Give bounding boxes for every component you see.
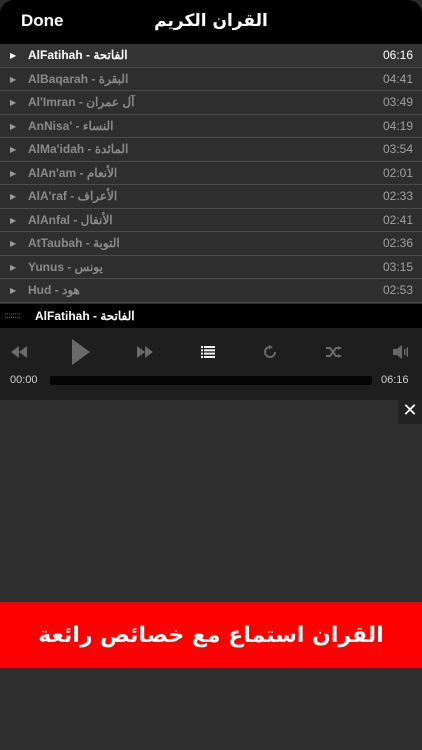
- playlist-item[interactable]: ▶ Hud - هود 02:53: [0, 279, 422, 303]
- play-indicator-icon: ▶: [10, 239, 17, 248]
- track-name: Al'Imran - آل عمران: [28, 95, 135, 109]
- play-indicator-icon: ▶: [10, 145, 17, 154]
- track-duration: 02:36: [382, 236, 413, 250]
- track-name: AtTaubah - التوبة: [28, 236, 120, 250]
- track-duration: 02:41: [382, 212, 413, 227]
- play-indicator-icon: ▶: [10, 192, 17, 201]
- playlist-item[interactable]: ▶ AlAn'am - الأنعام 02:01: [0, 161, 422, 185]
- track-duration: 02:53: [382, 283, 413, 297]
- repeat-button[interactable]: [255, 340, 285, 364]
- rewind-button[interactable]: [4, 340, 34, 364]
- playlist-item[interactable]: ▶ AnNisa' - النساء 04:19: [0, 114, 422, 138]
- volume-button[interactable]: [386, 340, 416, 364]
- track-name: AlAn'am - الأنعام: [28, 165, 118, 180]
- shuffle-icon: [326, 346, 342, 358]
- total-time: 06:16: [381, 374, 409, 386]
- playlist-item[interactable]: ▶ AtTaubah - التوبة 02:36: [0, 232, 422, 256]
- playlist-item[interactable]: ▶ AlMa'idah - المائدة 03:54: [0, 138, 422, 162]
- track-name: AlA'raf - الأعراف: [28, 189, 118, 203]
- track-duration: 04:41: [382, 71, 413, 86]
- track-duration: 02:01: [382, 165, 413, 180]
- play-indicator-icon: ▶: [10, 74, 17, 84]
- track-name: AnNisa' - النساء: [28, 118, 114, 133]
- rewind-icon: [11, 346, 27, 358]
- fast-forward-button[interactable]: [130, 340, 160, 364]
- track-duration: 03:15: [382, 259, 413, 274]
- play-icon: [72, 339, 90, 365]
- play-indicator-icon: ▶: [10, 121, 17, 131]
- repeat-icon: [264, 345, 276, 358]
- play-indicator-icon: ▶: [10, 51, 17, 60]
- playlist-item[interactable]: ▶ AlFatihah - الفاتحة 06:16: [0, 44, 422, 68]
- navigation-bar: Done القران الكريم: [0, 0, 422, 44]
- track-duration: 06:16: [382, 48, 413, 62]
- playlist-item[interactable]: ▶ AlAnfal - الأنفال 02:41: [0, 208, 422, 232]
- track-duration: 03:49: [382, 95, 413, 109]
- page-title: القران الكريم: [154, 11, 268, 31]
- now-playing-bar: :::::::: AlFatihah - الفاتحة: [0, 304, 422, 328]
- play-indicator-icon: ▶: [10, 98, 17, 107]
- now-playing-title: AlFatihah - الفاتحة: [35, 309, 135, 323]
- track-duration: 04:19: [382, 118, 413, 133]
- play-indicator-icon: ▶: [10, 168, 17, 178]
- shuffle-button[interactable]: [319, 340, 349, 364]
- track-name: AlFatihah - الفاتحة: [28, 48, 128, 62]
- play-indicator-icon: ▶: [10, 262, 17, 272]
- ad-banner-text: القران استماع مع خصائص رائعة: [38, 622, 384, 648]
- playlist: ▶ AlFatihah - الفاتحة 06:16 ▶ AlBaqarah …: [0, 44, 422, 303]
- close-icon: ✕: [402, 400, 418, 421]
- playlist-item[interactable]: ▶ Yunus - يونس 03:15: [0, 255, 422, 279]
- playlist-item[interactable]: ▶ AlA'raf - الأعراف 02:33: [0, 185, 422, 209]
- playlist-item[interactable]: ▶ AlBaqarah - البقرة 04:41: [0, 67, 422, 91]
- playlist-button[interactable]: [193, 340, 223, 364]
- playlist-icon: [201, 346, 215, 358]
- volume-icon: [393, 345, 408, 359]
- close-ad-button[interactable]: ✕: [398, 400, 422, 424]
- track-name: Yunus - يونس: [28, 259, 103, 274]
- playlist-item[interactable]: ▶ Al'Imran - آل عمران 03:49: [0, 91, 422, 115]
- progress-slider[interactable]: [50, 376, 372, 385]
- fast-forward-icon: [137, 346, 153, 358]
- track-name: Hud - هود: [28, 283, 80, 297]
- ad-area: ✕ القران استماع مع خصائص رائعة: [0, 400, 422, 750]
- play-indicator-icon: ▶: [10, 215, 17, 225]
- grip-icon: ::::::::: [4, 311, 21, 321]
- player-controls: 00:00 06:16: [0, 328, 422, 400]
- play-indicator-icon: ▶: [10, 286, 17, 295]
- track-name: AlBaqarah - البقرة: [28, 71, 129, 86]
- ad-banner[interactable]: القران استماع مع خصائص رائعة: [0, 602, 422, 668]
- track-duration: 02:33: [382, 189, 413, 203]
- track-duration: 03:54: [382, 142, 413, 156]
- track-name: AlAnfal - الأنفال: [28, 212, 113, 227]
- elapsed-time: 00:00: [10, 374, 38, 386]
- play-button[interactable]: [66, 336, 96, 368]
- track-name: AlMa'idah - المائدة: [28, 142, 129, 156]
